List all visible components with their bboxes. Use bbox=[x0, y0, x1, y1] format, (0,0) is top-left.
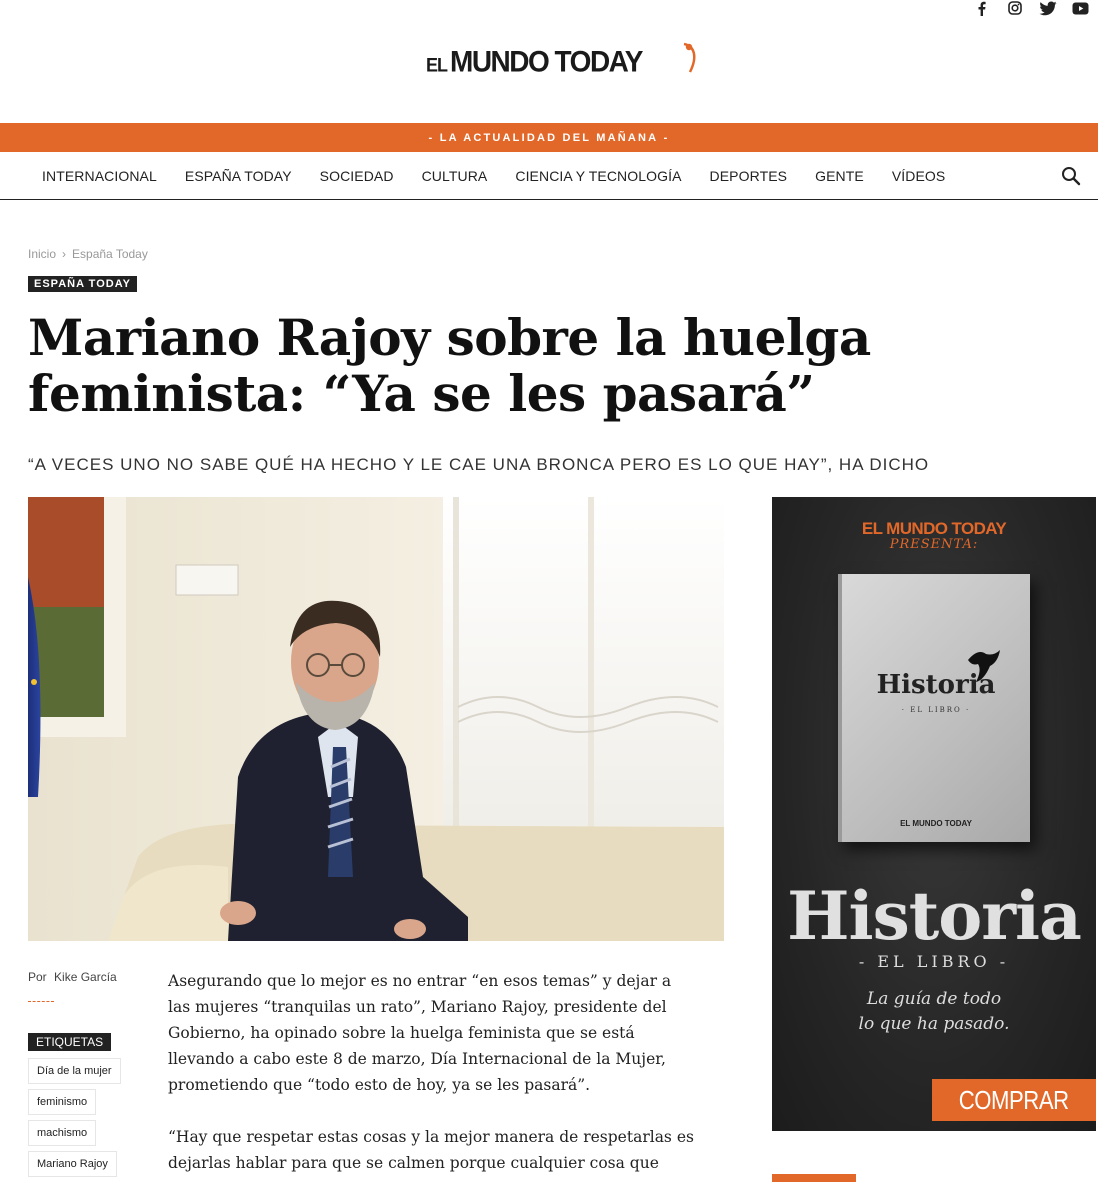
logo-text: MUNDO TODAY bbox=[450, 45, 643, 78]
tagline-dash-left: - bbox=[428, 131, 435, 144]
ad-tagline: La guía de todo lo que ha pasado. bbox=[772, 987, 1096, 1037]
author-link[interactable]: Kike García bbox=[54, 970, 117, 984]
hero-photo bbox=[28, 497, 724, 941]
breadcrumb: Inicio › España Today bbox=[28, 247, 148, 261]
twitter-icon[interactable] bbox=[1038, 0, 1057, 16]
ad-presenta: PRESENTA: bbox=[889, 537, 979, 552]
youtube-icon[interactable] bbox=[1071, 0, 1090, 16]
social-links bbox=[972, 0, 1090, 16]
byline-label: Por bbox=[28, 970, 47, 984]
article-subtitle: “A VECES UNO NO SABE QUÉ HA HECHO Y LE C… bbox=[28, 455, 930, 474]
ad-subheadline: - EL LIBRO - bbox=[858, 952, 1010, 971]
instagram-icon[interactable] bbox=[1005, 0, 1024, 16]
ad-book-brand: EL MUNDO TODAY bbox=[900, 819, 972, 828]
ad-book-cover: Historia · EL LIBRO · EL MUNDO TODAY bbox=[838, 574, 1030, 842]
tagline-dash-right: - bbox=[663, 131, 670, 144]
sidebar-widget-header bbox=[772, 1174, 856, 1182]
tagline-bar: - LA ACTUALIDAD DEL MAÑANA - bbox=[0, 123, 1098, 152]
article-title: Mariano Rajoy sobre la huelga feminista:… bbox=[28, 308, 871, 423]
breadcrumb-current[interactable]: España Today bbox=[72, 247, 148, 261]
facebook-icon[interactable] bbox=[972, 0, 991, 16]
nav-item-cultura[interactable]: CULTURA bbox=[408, 168, 502, 184]
nav-item-internacional[interactable]: INTERNACIONAL bbox=[28, 168, 171, 184]
buy-button-label: COMPRAR bbox=[959, 1084, 1069, 1115]
article-hero-image bbox=[28, 497, 724, 941]
tagline-highlight: MAÑANA bbox=[596, 131, 659, 144]
tag-feminismo[interactable]: feminismo bbox=[28, 1089, 97, 1115]
tag-machismo[interactable]: machismo bbox=[28, 1120, 97, 1146]
main-nav: INTERNACIONAL ESPAÑA TODAY SOCIEDAD CULT… bbox=[0, 152, 1098, 200]
tagline-text: LA ACTUALIDAD DEL bbox=[439, 131, 597, 144]
article-paragraph: Asegurando que lo mejor es no entrar “en… bbox=[168, 972, 672, 1094]
article-paragraph: “Hay que respetar estas cosas y la mejor… bbox=[168, 1128, 694, 1182]
ad-book-subtitle: · EL LIBRO · bbox=[901, 706, 971, 714]
logo-prefix: EL bbox=[426, 53, 448, 76]
search-icon[interactable] bbox=[1060, 165, 1082, 187]
breadcrumb-separator: › bbox=[62, 247, 67, 261]
category-badge[interactable]: ESPAÑA TODAY bbox=[28, 276, 137, 292]
breadcrumb-home[interactable]: Inicio bbox=[28, 247, 56, 261]
tags-heading: ETIQUETAS bbox=[28, 1033, 112, 1051]
nav-item-sociedad[interactable]: SOCIEDAD bbox=[306, 168, 408, 184]
ad-tagline-line-2: lo que ha pasado. bbox=[858, 1014, 1010, 1034]
byline: Por Kike García bbox=[28, 970, 117, 984]
nav-item-deportes[interactable]: DEPORTES bbox=[696, 168, 802, 184]
ad-book-title: Historia bbox=[876, 670, 996, 700]
nav-item-espana-today[interactable]: ESPAÑA TODAY bbox=[171, 168, 306, 184]
nav-item-videos[interactable]: VÍDEOS bbox=[878, 168, 960, 184]
ad-tagline-line-1: La guía de todo bbox=[866, 989, 1002, 1009]
book-ad[interactable]: EL MUNDO TODAY PRESENTA: Historia · EL L… bbox=[772, 497, 1096, 1131]
site-logo[interactable]: EL MUNDO TODAY bbox=[426, 42, 706, 86]
byline-divider bbox=[28, 1001, 54, 1002]
buy-button[interactable]: COMPRAR bbox=[932, 1079, 1096, 1121]
article-body: Asegurando que lo mejor es no entrar “en… bbox=[168, 968, 698, 1182]
tag-mariano-rajoy[interactable]: Mariano Rajoy bbox=[28, 1151, 117, 1177]
ad-brand: EL MUNDO TODAY bbox=[861, 519, 1007, 538]
nav-item-ciencia[interactable]: CIENCIA Y TECNOLOGÍA bbox=[501, 168, 695, 184]
logo-swoosh-icon bbox=[683, 42, 696, 73]
tag-dia-de-la-mujer[interactable]: Día de la mujer bbox=[28, 1058, 121, 1084]
nav-item-gente[interactable]: GENTE bbox=[801, 168, 878, 184]
ad-headline: Historia bbox=[787, 877, 1082, 955]
